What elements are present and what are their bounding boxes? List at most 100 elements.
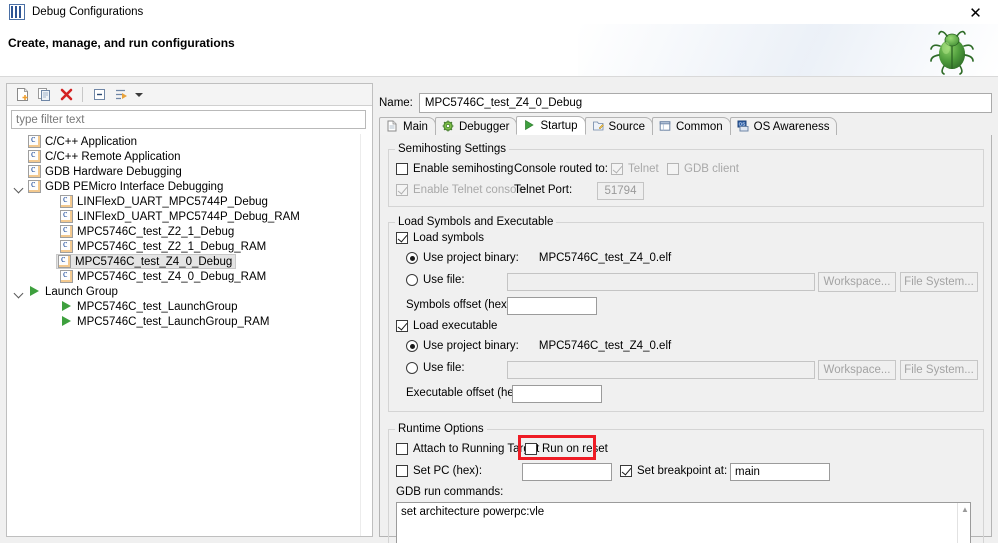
symbols-file-input[interactable] xyxy=(507,273,815,291)
collapse-all-icon[interactable] xyxy=(89,85,109,104)
symbols-offset-label: Symbols offset (hex): xyxy=(406,299,514,311)
set-breakpoint-at-row[interactable]: Set breakpoint at: xyxy=(620,465,727,477)
filter-icon[interactable] xyxy=(111,85,131,104)
semihosting-group-title: Semihosting Settings xyxy=(395,143,510,155)
exec-use-project-binary-radio[interactable] xyxy=(406,340,418,352)
scroll-up-icon[interactable]: ▲ xyxy=(961,506,969,514)
run-on-reset-row[interactable]: Run on reset xyxy=(525,443,608,455)
tab-source[interactable]: Source xyxy=(584,117,653,135)
tree-item-content[interactable]: MPC5746C_test_LaunchGroup_RAM xyxy=(58,314,273,329)
attach-to-running-target-checkbox[interactable] xyxy=(396,443,408,455)
chevron-down-icon[interactable] xyxy=(12,180,26,194)
tree-twisty-placeholder xyxy=(44,315,58,329)
load-symbols-checkbox[interactable] xyxy=(396,232,408,244)
tree-item[interactable]: GDB Hardware Debugging xyxy=(8,164,371,179)
tree-item-content[interactable]: MPC5746C_test_Z2_1_Debug xyxy=(58,224,238,239)
tree-item-content[interactable]: GDB PEMicro Interface Debugging xyxy=(26,179,227,194)
symbols-use-project-binary-radio[interactable] xyxy=(406,252,418,264)
exec-use-project-binary-row[interactable]: Use project binary: MPC5746C_test_Z4_0.e… xyxy=(406,340,671,352)
launch-group-icon xyxy=(60,300,73,313)
tree-item[interactable]: GDB PEMicro Interface Debugging xyxy=(8,179,371,194)
new-configuration-icon[interactable] xyxy=(12,85,32,104)
gdb-run-commands-scrollbar[interactable]: ▲ ▼ xyxy=(957,503,970,543)
exec-use-file-row[interactable]: Use file: xyxy=(406,362,465,374)
exec-file-input[interactable] xyxy=(507,361,815,379)
telnet-port-input[interactable]: 51794 xyxy=(597,182,644,200)
tree-item-content[interactable]: GDB Hardware Debugging xyxy=(26,164,186,179)
tree-item[interactable]: MPC5746C_test_Z2_1_Debug_RAM xyxy=(8,239,371,254)
tree-item[interactable]: MPC5746C_test_LaunchGroup xyxy=(8,299,371,314)
duplicate-configuration-icon[interactable] xyxy=(34,85,54,104)
set-pc-checkbox[interactable] xyxy=(396,465,408,477)
tree-item-content[interactable]: C/C++ Application xyxy=(26,134,141,149)
enable-semihosting-checkbox[interactable] xyxy=(396,163,408,175)
tree-item-content[interactable]: MPC5746C_test_LaunchGroup xyxy=(58,299,241,314)
telnet-checkbox[interactable] xyxy=(611,163,623,175)
svg-text:OS: OS xyxy=(738,122,745,127)
tree-item-label: MPC5746C_test_Z4_0_Debug_RAM xyxy=(77,270,267,283)
tab-os-awareness[interactable]: OS OS Awareness xyxy=(729,117,838,135)
chevron-down-icon[interactable] xyxy=(12,285,26,299)
tree-item-content[interactable]: Launch Group xyxy=(26,284,122,299)
telnet-row[interactable]: Telnet xyxy=(611,163,659,175)
exec-use-file-radio[interactable] xyxy=(406,362,418,374)
symbols-use-file-radio[interactable] xyxy=(406,274,418,286)
tree-item-content[interactable]: LINFlexD_UART_MPC5744P_Debug_RAM xyxy=(58,209,304,224)
attach-to-running-target-row[interactable]: Attach to Running Target xyxy=(396,443,539,455)
chevron-down-icon[interactable] xyxy=(135,92,143,97)
enable-semihosting-row[interactable]: Enable semihosting xyxy=(396,163,513,175)
configurations-pane: type filter text C/C++ ApplicationC/C++ … xyxy=(6,83,373,537)
dialog-body: type filter text C/C++ ApplicationC/C++ … xyxy=(0,77,998,543)
tree-item-content[interactable]: MPC5746C_test_Z4_0_Debug_RAM xyxy=(58,269,270,284)
tree-item-content[interactable]: MPC5746C_test_Z2_1_Debug_RAM xyxy=(58,239,270,254)
exec-workspace-button[interactable]: Workspace... xyxy=(818,360,896,380)
gdb-run-commands-textarea[interactable]: set architecture powerpc:vle ▲ ▼ xyxy=(396,502,971,543)
tree-item-content[interactable]: LINFlexD_UART_MPC5744P_Debug xyxy=(58,194,272,209)
tab-main[interactable]: Main xyxy=(379,117,436,135)
enable-telnet-console-row[interactable]: Enable Telnet console xyxy=(396,184,525,196)
close-button[interactable]: ✕ xyxy=(953,0,998,27)
set-pc-input[interactable] xyxy=(522,463,612,481)
tree-item[interactable]: C/C++ Application xyxy=(8,134,371,149)
set-breakpoint-at-checkbox[interactable] xyxy=(620,465,632,477)
tree-item[interactable]: MPC5746C_test_LaunchGroup_RAM xyxy=(8,314,371,329)
enable-telnet-console-checkbox[interactable] xyxy=(396,184,408,196)
load-symbols-group-title: Load Symbols and Executable xyxy=(395,216,557,228)
load-executable-checkbox[interactable] xyxy=(396,320,408,332)
symbols-use-file-row[interactable]: Use file: xyxy=(406,274,465,286)
symbols-filesystem-button[interactable]: File System... xyxy=(900,272,978,292)
tree-item[interactable]: LINFlexD_UART_MPC5744P_Debug xyxy=(8,194,371,209)
exec-filesystem-button[interactable]: File System... xyxy=(900,360,978,380)
load-symbols-group: Load Symbols and Executable Load symbols… xyxy=(388,216,984,412)
tree-twisty-placeholder xyxy=(44,255,58,269)
gdb-client-row[interactable]: GDB client xyxy=(667,163,739,175)
tab-debugger[interactable]: Debugger xyxy=(434,117,518,135)
run-on-reset-checkbox[interactable] xyxy=(525,443,537,455)
gdb-client-checkbox[interactable] xyxy=(667,163,679,175)
tree-item-label: Launch Group xyxy=(45,285,118,298)
set-pc-row[interactable]: Set PC (hex): xyxy=(396,465,482,477)
tree-item[interactable]: MPC5746C_test_Z4_0_Debug xyxy=(8,254,371,269)
symbols-offset-input[interactable] xyxy=(507,297,597,315)
tree-item-label: GDB Hardware Debugging xyxy=(45,165,182,178)
symbols-use-project-binary-row[interactable]: Use project binary: MPC5746C_test_Z4_0.e… xyxy=(406,252,671,264)
configurations-tree[interactable]: C/C++ Application C/C++ Remote Applicatio… xyxy=(8,134,371,535)
symbols-workspace-button[interactable]: Workspace... xyxy=(818,272,896,292)
filter-input[interactable]: type filter text xyxy=(11,110,366,129)
load-symbols-row[interactable]: Load symbols xyxy=(396,232,484,244)
tree-item[interactable]: C/C++ Remote Application xyxy=(8,149,371,164)
set-breakpoint-at-input[interactable]: main xyxy=(730,463,830,481)
tab-startup[interactable]: Startup xyxy=(516,116,586,135)
delete-configuration-icon[interactable] xyxy=(56,85,76,104)
exec-offset-input[interactable] xyxy=(512,385,602,403)
name-input[interactable]: MPC5746C_test_Z4_0_Debug xyxy=(418,93,992,113)
tree-scrollbar[interactable] xyxy=(360,134,372,536)
tree-item[interactable]: MPC5746C_test_Z4_0_Debug_RAM xyxy=(8,269,371,284)
tree-item-content[interactable]: C/C++ Remote Application xyxy=(26,149,185,164)
tree-item[interactable]: MPC5746C_test_Z2_1_Debug xyxy=(8,224,371,239)
tree-item[interactable]: Launch Group xyxy=(8,284,371,299)
tree-item-content[interactable]: MPC5746C_test_Z4_0_Debug xyxy=(56,254,237,269)
tree-item[interactable]: LINFlexD_UART_MPC5744P_Debug_RAM xyxy=(8,209,371,224)
load-executable-row[interactable]: Load executable xyxy=(396,320,497,332)
tab-common[interactable]: Common xyxy=(651,117,731,135)
